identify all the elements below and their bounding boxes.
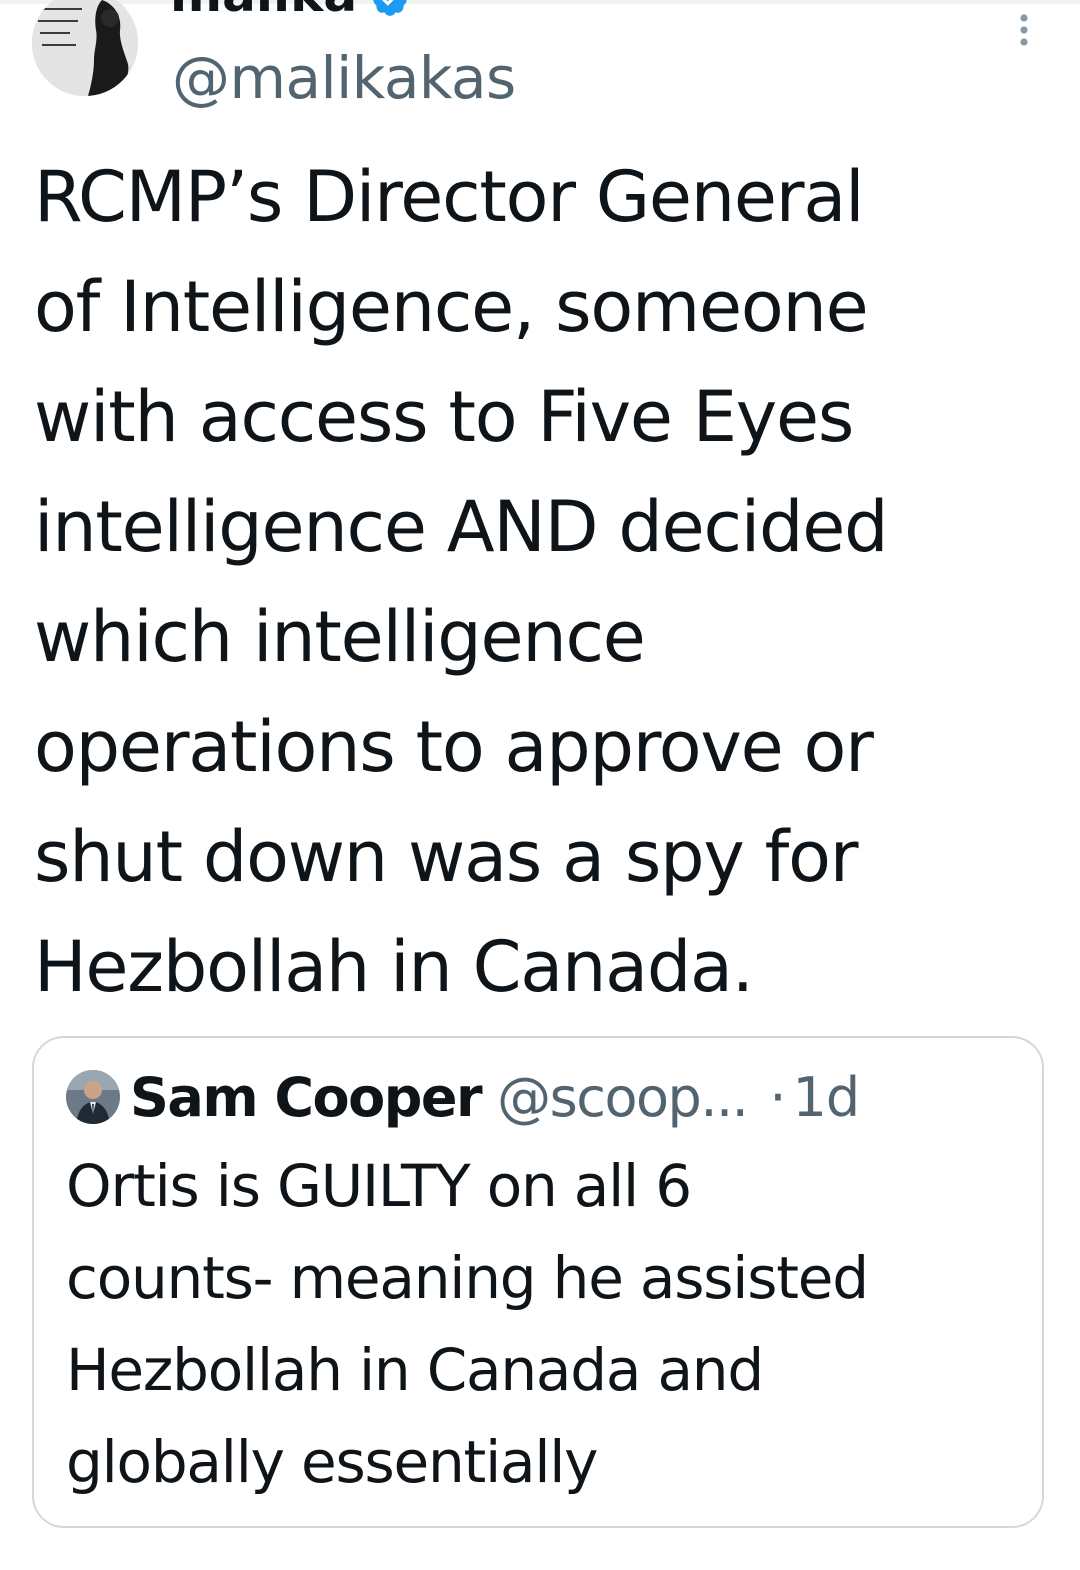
tweet-text-line: operations to approve or bbox=[34, 706, 874, 788]
quoted-author-handle[interactable]: @scoop... bbox=[497, 1066, 749, 1129]
quoted-text-line: globally essentially bbox=[66, 1428, 598, 1496]
quoted-tweet-card[interactable]: Sam Cooper @scoop... · 1d Ortis is GUILT… bbox=[32, 1036, 1044, 1528]
tweet-text-line: which intelligence bbox=[34, 596, 646, 678]
quoted-text-line: counts- meaning he assisted bbox=[66, 1244, 869, 1312]
tweet-text-line: Hezbollah in Canada. bbox=[34, 926, 754, 1008]
tweet-text-line: of Intelligence, someone bbox=[34, 266, 869, 348]
quoted-author-avatar[interactable] bbox=[66, 1070, 120, 1124]
tweet-text-line: intelligence AND decided bbox=[34, 486, 889, 568]
quoted-text-line: Ortis is GUILTY on all 6 bbox=[66, 1152, 692, 1220]
quoted-tweet-header: Sam Cooper @scoop... · 1d bbox=[66, 1062, 1026, 1132]
tweet-text-line: shut down was a spy for bbox=[34, 816, 858, 898]
quoted-text-line: Hezbollah in Canada and bbox=[66, 1336, 764, 1404]
author-display-name[interactable]: malika bbox=[170, 0, 357, 24]
tweet-text-line: with access to Five Eyes bbox=[34, 376, 854, 458]
quoted-tweet-text: Ortis is GUILTY on all 6 counts- meaning… bbox=[66, 1140, 1026, 1508]
author-name-row[interactable]: malika bbox=[170, 0, 409, 24]
quoted-author-name[interactable]: Sam Cooper bbox=[130, 1066, 483, 1129]
divider bbox=[0, 0, 1080, 4]
avatar-photo-quote-icon bbox=[32, 0, 138, 96]
tweet-body-text: RCMP’s Director General of Intelligence,… bbox=[34, 142, 1064, 1022]
verified-badge-icon bbox=[371, 0, 409, 18]
separator-dot: · bbox=[769, 1065, 787, 1129]
author-handle[interactable]: @malikakas bbox=[172, 40, 516, 116]
more-options-button[interactable] bbox=[1008, 12, 1040, 52]
avatar-photo-icon bbox=[66, 1070, 120, 1124]
more-vertical-icon bbox=[1020, 14, 1028, 46]
quoted-timestamp[interactable]: 1d bbox=[792, 1066, 860, 1129]
tweet: malika @malikakas RCMP’s Director Genera… bbox=[0, 0, 1080, 1570]
author-avatar[interactable] bbox=[32, 0, 138, 96]
tweet-text-line: RCMP’s Director General bbox=[34, 156, 865, 238]
